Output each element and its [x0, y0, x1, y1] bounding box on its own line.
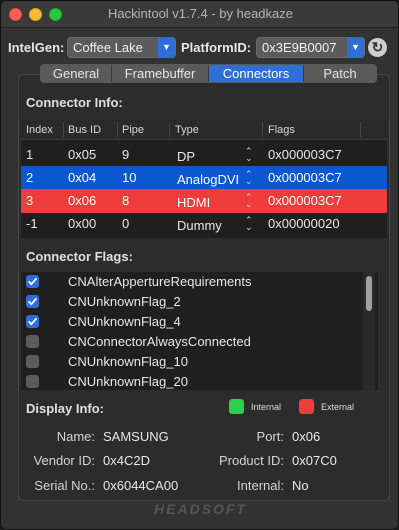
- flag-label: CNConnectorAlwaysConnected: [68, 334, 251, 349]
- checkbox[interactable]: [26, 335, 39, 348]
- vendor-id-label: Vendor ID:: [33, 453, 95, 468]
- checkbox[interactable]: [26, 315, 39, 328]
- checkmark-icon: [28, 277, 37, 286]
- tab-connectors[interactable]: Connectors: [209, 65, 304, 82]
- flag-item: CNAlterAppertureRequirements: [21, 272, 378, 292]
- name-value: SAMSUNG: [103, 429, 169, 444]
- flag-label: CNUnknownFlag_10: [68, 354, 188, 369]
- row-flags: 0x000003C7: [268, 147, 342, 162]
- internal-legend-swatch: [229, 399, 244, 414]
- row-flags: 0x00000020: [268, 216, 340, 231]
- row-index: 3: [26, 193, 34, 208]
- chevron-down-icon: ▼: [158, 37, 175, 58]
- column-bus-id[interactable]: Bus ID: [68, 124, 101, 136]
- flag-label: CNUnknownFlag_2: [68, 294, 181, 309]
- up-down-stepper-icon[interactable]: ⌃ ⌄: [245, 193, 253, 209]
- up-down-stepper-icon[interactable]: ⌃ ⌄: [245, 147, 253, 163]
- scrollbar-thumb[interactable]: [366, 276, 372, 311]
- flag-label: CNUnknownFlag_20: [68, 374, 188, 389]
- hackintool-window: Hackintool v1.7.4 - by headkaze IntelGen…: [0, 0, 399, 530]
- port-value: 0x06: [292, 429, 321, 444]
- window-title: Hackintool v1.7.4 - by headkaze: [108, 6, 293, 21]
- internal-label: Internal:: [237, 478, 284, 493]
- serial-no-label: Serial No.:: [34, 478, 95, 493]
- column-type[interactable]: Type: [175, 124, 199, 136]
- row-pipe: 9: [122, 147, 130, 162]
- flag-item: CNUnknownFlag_10: [21, 352, 378, 372]
- refresh-icon[interactable]: ↻: [368, 38, 387, 57]
- row-flags: 0x000003C7: [268, 170, 342, 185]
- title-bar: Hackintool v1.7.4 - by headkaze: [1, 1, 398, 28]
- flag-label: CNAlterAppertureRequirements: [68, 274, 252, 289]
- checkbox[interactable]: [26, 275, 39, 288]
- flag-item: CNUnknownFlag_4: [21, 312, 378, 332]
- intelgen-popup[interactable]: Coffee Lake ▼: [67, 37, 176, 58]
- display-info-heading: Display Info:: [26, 401, 105, 416]
- platform-row: IntelGen: Coffee Lake ▼ PlatformID: 0x3E…: [1, 37, 398, 59]
- column-index[interactable]: Index: [26, 124, 53, 136]
- product-id-value: 0x07C0: [292, 453, 337, 468]
- flag-item: CNUnknownFlag_20: [21, 372, 378, 390]
- row-pipe: 0: [122, 216, 130, 231]
- connector-table: Index Bus ID Pipe Type Flags 1 0x05 9 DP…: [21, 120, 387, 238]
- headsoft-logo: HEADSOFT: [154, 501, 247, 517]
- column-flags[interactable]: Flags: [268, 124, 295, 136]
- tab-general[interactable]: General: [41, 65, 112, 82]
- row-flags: 0x000003C7: [268, 193, 342, 208]
- row-bus-id: 0x00: [68, 216, 97, 231]
- checkbox[interactable]: [26, 375, 39, 388]
- connector-row[interactable]: 2 0x04 10 AnalogDVI ⌃ ⌄ 0x000003C7: [21, 166, 387, 190]
- flag-label: CNUnknownFlag_4: [68, 314, 181, 329]
- tab-patch[interactable]: Patch: [304, 65, 376, 82]
- connector-row[interactable]: 3 0x06 8 HDMI ⌃ ⌄ 0x000003C7: [21, 189, 387, 213]
- product-id-label: Product ID:: [218, 453, 284, 468]
- checkmark-icon: [28, 317, 37, 326]
- row-type[interactable]: DP: [177, 149, 195, 164]
- internal-legend-label: Internal: [251, 402, 282, 412]
- connector-row[interactable]: -1 0x00 0 Dummy ⌃ ⌄ 0x00000020: [21, 212, 387, 236]
- connector-table-header: Index Bus ID Pipe Type Flags: [21, 120, 387, 140]
- row-index: -1: [26, 216, 38, 231]
- port-label: Port:: [256, 429, 284, 444]
- tab-framebuffer[interactable]: Framebuffer: [112, 65, 209, 82]
- platformid-popup[interactable]: 0x3E9B0007 ▼: [256, 37, 365, 58]
- row-type[interactable]: Dummy: [177, 218, 222, 233]
- row-index: 1: [26, 147, 34, 162]
- up-down-stepper-icon[interactable]: ⌃ ⌄: [245, 170, 253, 186]
- vendor-id-value: 0x4C2D: [103, 453, 150, 468]
- chevron-down-icon: ▼: [347, 37, 364, 58]
- flag-item: CNUnknownFlag_2: [21, 292, 378, 312]
- row-bus-id: 0x06: [68, 193, 97, 208]
- intelgen-label: IntelGen:: [8, 40, 65, 55]
- row-pipe: 8: [122, 193, 130, 208]
- serial-no-value: 0x6044CA00: [103, 478, 179, 493]
- connector-flags-list: CNAlterAppertureRequirements CNUnknownFl…: [21, 272, 378, 390]
- connector-flags-heading: Connector Flags:: [26, 249, 133, 264]
- up-down-stepper-icon[interactable]: ⌃ ⌄: [245, 216, 253, 232]
- row-bus-id: 0x05: [68, 147, 97, 162]
- flags-scrollbar[interactable]: [363, 272, 375, 390]
- external-legend-label: External: [321, 402, 355, 412]
- row-index: 2: [26, 170, 34, 185]
- row-pipe: 10: [122, 170, 137, 185]
- platformid-label: PlatformID:: [181, 40, 252, 55]
- row-type[interactable]: HDMI: [177, 195, 210, 210]
- row-type[interactable]: AnalogDVI: [177, 172, 239, 187]
- internal-value: No: [292, 478, 309, 493]
- column-pipe[interactable]: Pipe: [122, 124, 144, 136]
- checkbox[interactable]: [26, 355, 39, 368]
- connector-info-heading: Connector Info:: [26, 95, 123, 110]
- connector-row[interactable]: 1 0x05 9 DP ⌃ ⌄ 0x000003C7: [21, 143, 387, 167]
- checkmark-icon: [28, 297, 37, 306]
- row-bus-id: 0x04: [68, 170, 97, 185]
- name-label: Name:: [56, 429, 95, 444]
- platformid-value: 0x3E9B0007: [262, 40, 337, 55]
- tab-bar: General Framebuffer Connectors Patch: [40, 64, 377, 83]
- flag-item: CNConnectorAlwaysConnected: [21, 332, 378, 352]
- checkbox[interactable]: [26, 295, 39, 308]
- external-legend-swatch: [299, 399, 314, 414]
- intelgen-value: Coffee Lake: [73, 40, 143, 55]
